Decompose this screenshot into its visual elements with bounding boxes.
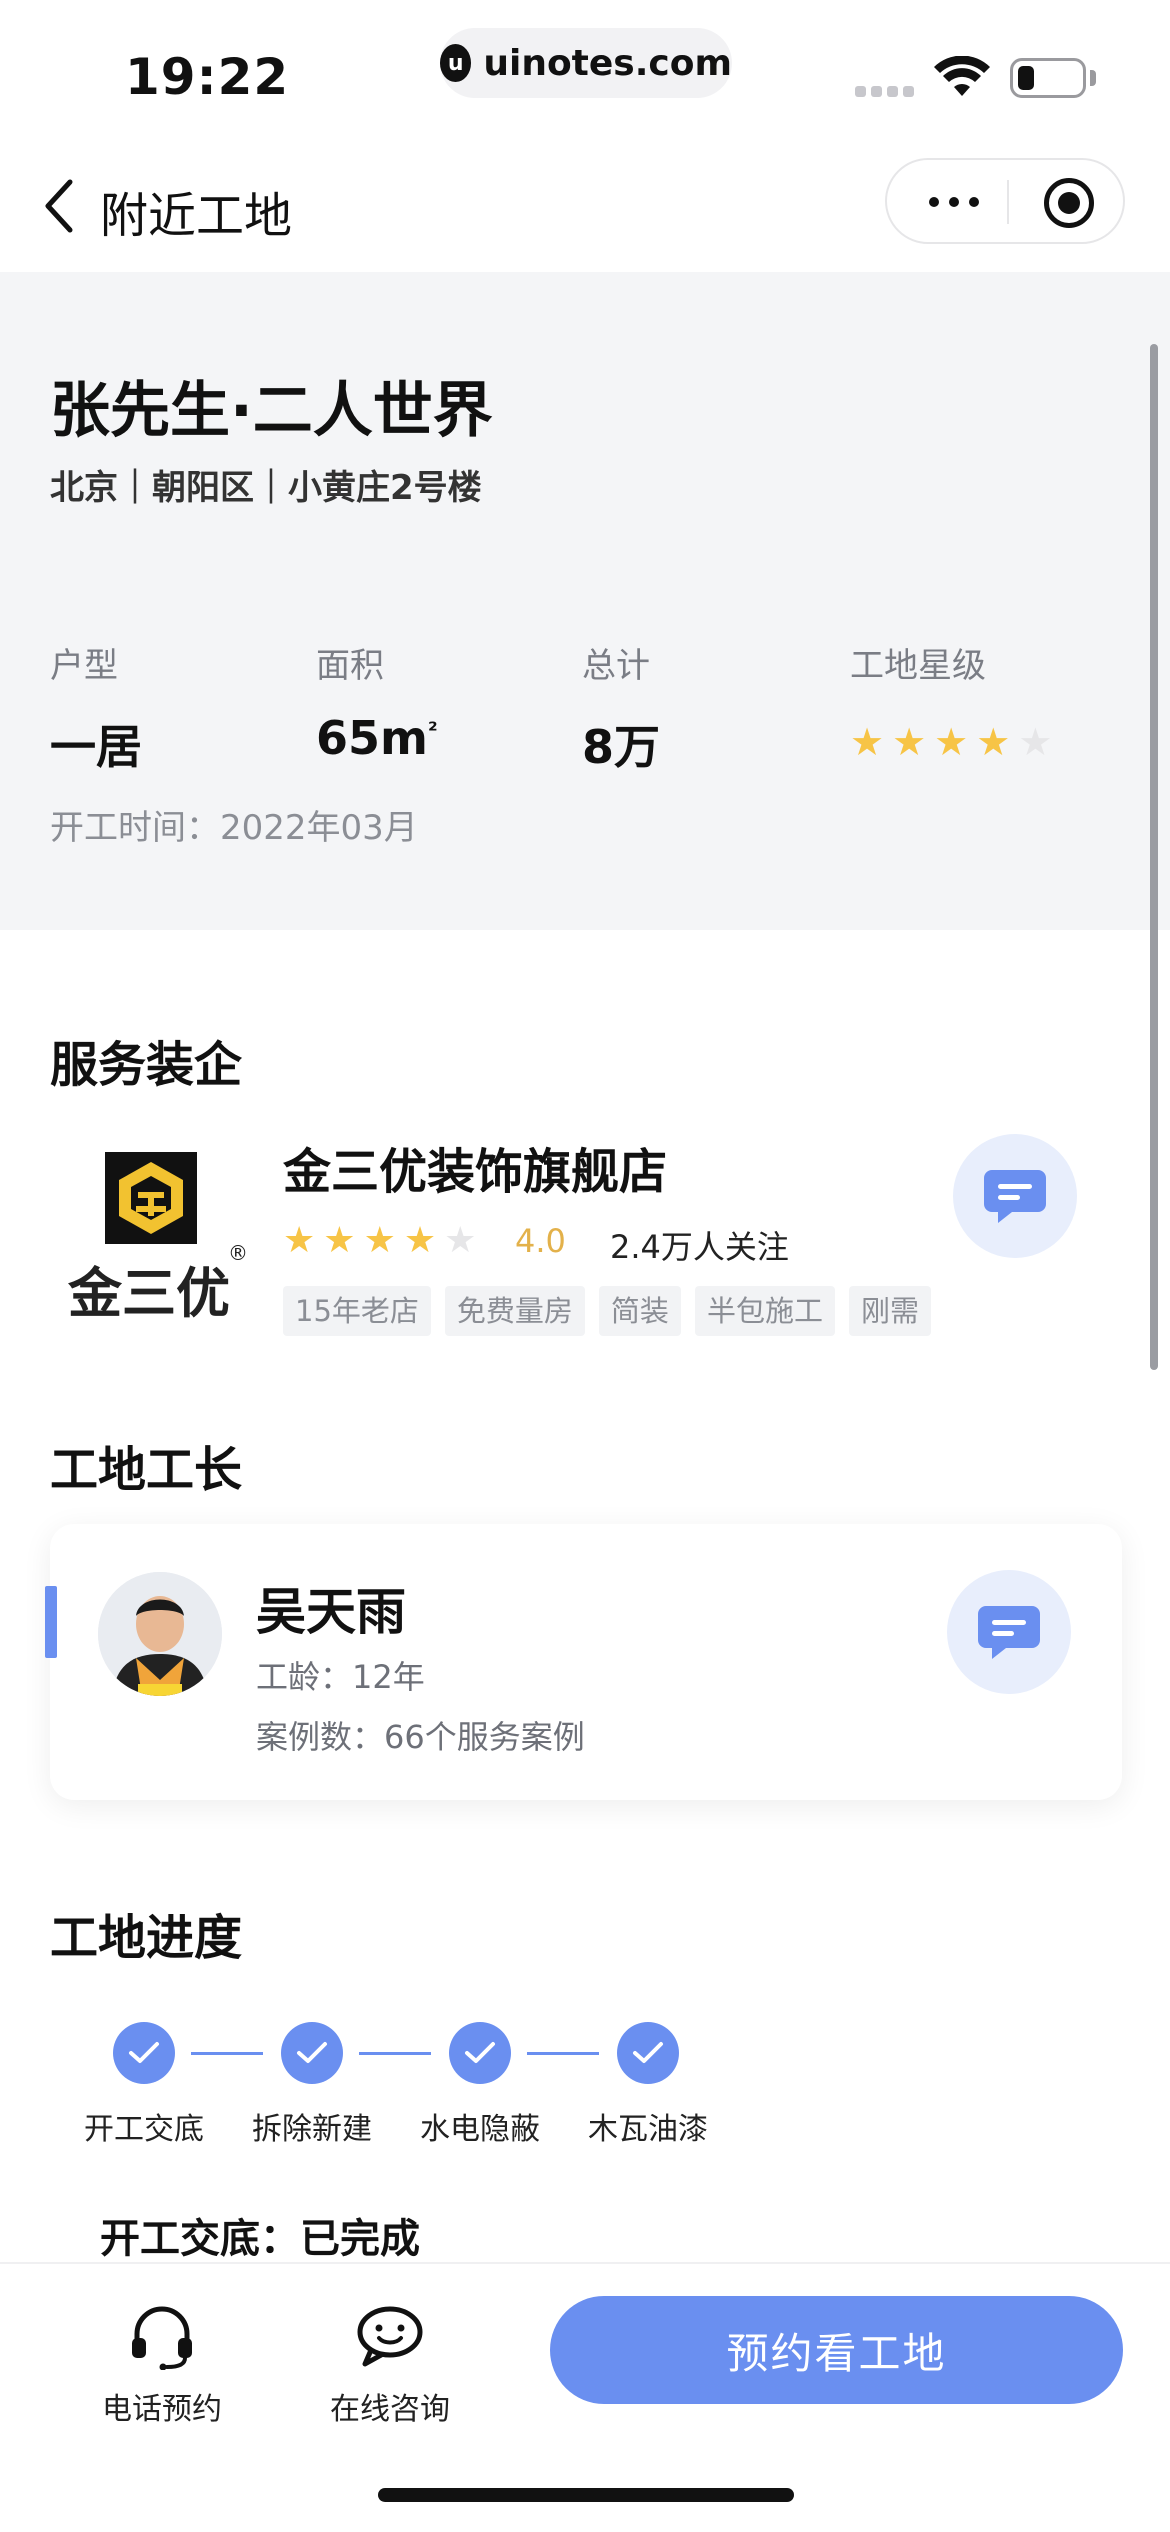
company-tag: 半包施工	[694, 1286, 835, 1336]
area-unit: ²	[427, 718, 438, 744]
stat-label: 面积	[316, 646, 384, 686]
home-indicator[interactable]	[378, 2488, 794, 2502]
start-date: 开工时间：2022年03月	[50, 808, 418, 848]
close-miniprogram-icon[interactable]	[1044, 178, 1094, 228]
star-filled-icon: ★	[934, 720, 969, 764]
section-title-progress: 工地进度	[50, 1910, 243, 1966]
star-filled-icon: ★	[283, 1220, 316, 1261]
foreman-card[interactable]: 吴天雨 工龄：12年 案例数：66个服务案例	[50, 1524, 1122, 1800]
book-site-visit-button[interactable]: 预约看工地	[550, 2296, 1123, 2404]
site-logo-icon: u	[440, 44, 472, 82]
scrollbar[interactable]	[1150, 344, 1158, 1370]
stat-value: 65m²	[316, 711, 438, 765]
more-menu-icon[interactable]	[919, 184, 989, 220]
stat-value: 8万	[582, 720, 661, 774]
company-tags: 15年老店 免费量房 简装 半包施工 刚需	[283, 1286, 931, 1336]
star-filled-icon: ★	[323, 1220, 356, 1261]
star-filled-icon: ★	[850, 720, 885, 764]
company-logo[interactable]: 金三优 ®	[60, 1140, 250, 1320]
battery-icon	[1010, 58, 1086, 98]
step-check-icon[interactable]	[449, 2022, 511, 2084]
section-title-foreman: 工地工长	[50, 1442, 243, 1498]
star-filled-icon: ★	[892, 720, 927, 764]
site-star-rating: ★ ★ ★ ★ ★	[850, 723, 1052, 761]
star-filled-icon: ★	[363, 1220, 396, 1261]
company-followers: 2.4万人关注	[610, 1228, 789, 1266]
step-connector	[191, 2052, 263, 2055]
stat-value: 一居	[50, 720, 142, 774]
progress-status: 开工交底：已完成	[100, 2216, 420, 2262]
wifi-icon	[934, 56, 990, 96]
star-empty-icon: ★	[1018, 720, 1053, 764]
status-time: 19:22	[125, 48, 290, 106]
stat-site-rating: 工地星级 ★ ★ ★ ★ ★	[850, 638, 1052, 761]
url-pill[interactable]: u uinotes.com	[440, 28, 732, 98]
online-consult-button[interactable]: 在线咨询	[310, 2304, 470, 2428]
star-empty-icon: ★	[444, 1220, 477, 1261]
company-tag: 免费量房	[444, 1286, 585, 1336]
foreman-name: 吴天雨	[256, 1583, 406, 1641]
foreman-chat-button[interactable]	[947, 1570, 1071, 1694]
phone-booking-button[interactable]: 电话预约	[82, 2304, 242, 2428]
back-icon[interactable]	[40, 176, 80, 236]
foreman-cases: 案例数：66个服务案例	[256, 1718, 585, 1756]
stat-label: 工地星级	[850, 646, 986, 686]
miniprogram-capsule	[885, 158, 1125, 244]
company-star-rating: ★ ★ ★ ★ ★	[283, 1222, 476, 1260]
company-tag: 15年老店	[283, 1286, 431, 1336]
url-text: uinotes.com	[483, 42, 732, 84]
site-info-panel: 张先生·二人世界 北京｜朝阳区｜小黄庄2号楼 户型 一居 面积 65m² 总计 …	[0, 272, 1170, 930]
battery-tip	[1090, 70, 1096, 86]
company-tag: 刚需	[848, 1286, 931, 1336]
step-check-icon[interactable]	[617, 2022, 679, 2084]
headset-icon	[132, 2306, 192, 2371]
online-consult-label: 在线咨询	[330, 2392, 450, 2427]
section-title-company: 服务装企	[50, 1037, 243, 1093]
star-filled-icon: ★	[976, 720, 1011, 764]
company-chat-button[interactable]	[953, 1134, 1077, 1258]
page-title: 附近工地	[100, 188, 293, 244]
chat-bubble-icon	[978, 1606, 1040, 1659]
company-rating-value: 4.0	[515, 1222, 566, 1260]
step-check-icon[interactable]	[113, 2022, 175, 2084]
status-bar: 19:22 u uinotes.com	[0, 0, 1170, 140]
star-filled-icon: ★	[403, 1220, 437, 1261]
foreman-avatar	[98, 1572, 222, 1696]
card-accent-bar	[45, 1586, 57, 1658]
step-check-icon[interactable]	[281, 2022, 343, 2084]
progress-stepper: 开工交底 拆除新建 水电隐蔽 木瓦油漆	[0, 2022, 1170, 2147]
site-title: 张先生·二人世界	[50, 376, 493, 446]
company-logo-text: 金三优	[67, 1262, 230, 1320]
site-address: 北京｜朝阳区｜小黄庄2号楼	[50, 468, 482, 508]
capsule-divider	[1007, 180, 1009, 224]
chat-smile-icon	[357, 2306, 423, 2367]
foreman-experience: 工龄：12年	[256, 1658, 425, 1696]
step-connector	[359, 2052, 431, 2055]
stat-area: 面积 65m²	[316, 638, 438, 765]
stat-total: 总计 8万	[582, 638, 660, 777]
step-connector	[527, 2052, 599, 2055]
nav-bar: 附近工地	[0, 140, 1170, 272]
cellular-signal-icon	[855, 86, 914, 97]
company-name[interactable]: 金三优装饰旗舰店	[283, 1132, 667, 1202]
phone-booking-label: 电话预约	[102, 2392, 222, 2427]
svg-text:®: ®	[228, 1241, 248, 1265]
step-label: 木瓦油漆	[588, 2112, 708, 2147]
stat-label: 总计	[582, 646, 650, 686]
company-tag: 简装	[598, 1286, 681, 1336]
stat-label: 户型	[50, 646, 118, 686]
chat-bubble-icon	[984, 1170, 1046, 1223]
area-value: 65m	[316, 711, 428, 765]
stat-layout: 户型 一居	[50, 638, 142, 777]
